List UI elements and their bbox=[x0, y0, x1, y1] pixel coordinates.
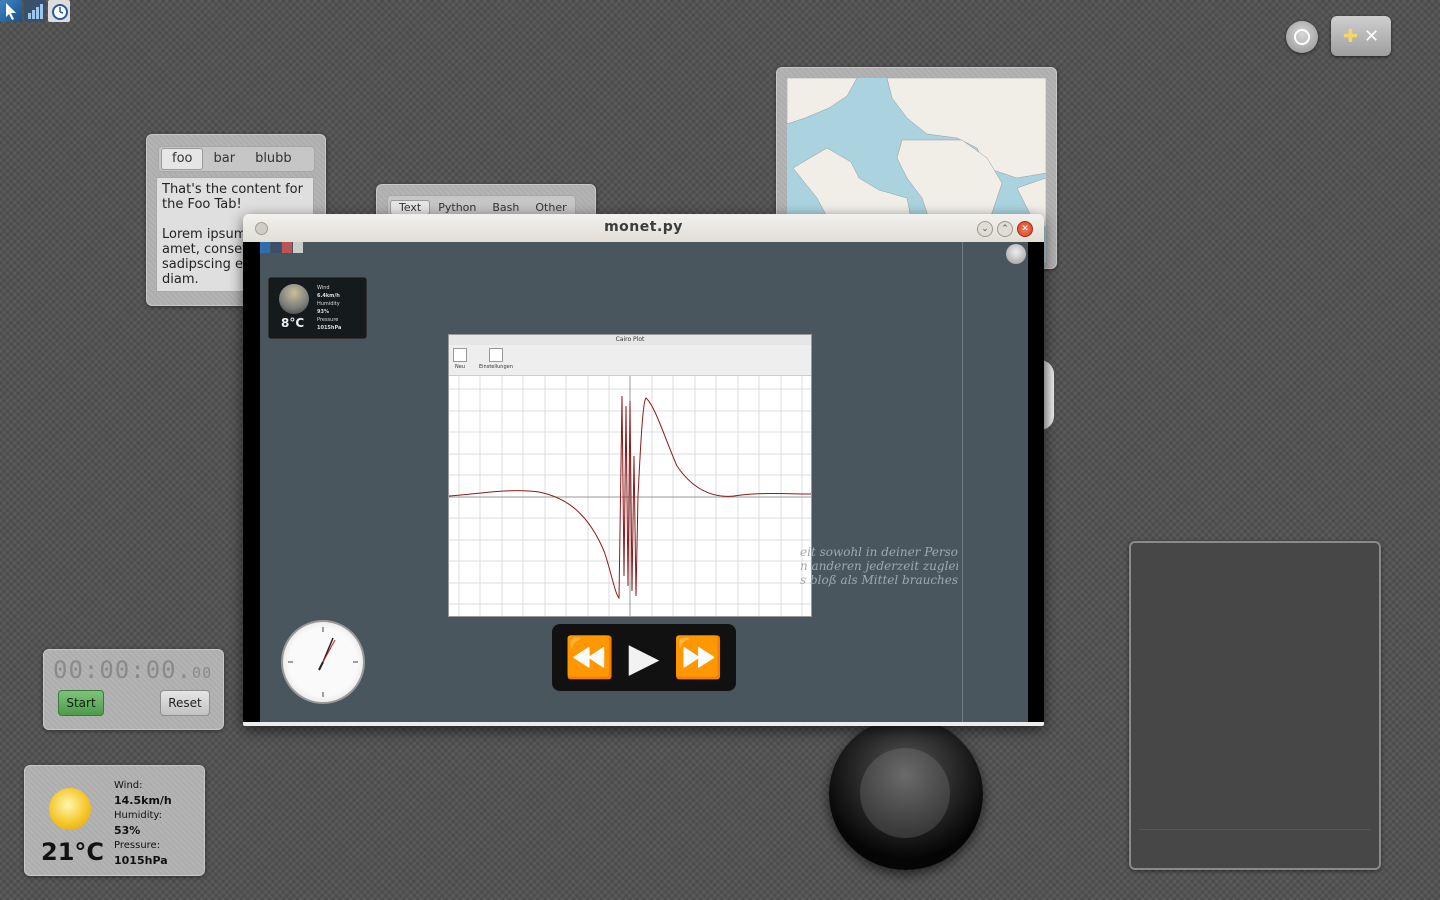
dark-panel-widget bbox=[1129, 541, 1381, 870]
pressure-label: Pressure: bbox=[114, 840, 161, 851]
pressure-value: 1015hPa bbox=[114, 854, 168, 867]
calendar-icon[interactable] bbox=[282, 242, 292, 253]
cursor-icon[interactable] bbox=[0, 0, 22, 22]
divider-line bbox=[962, 242, 963, 722]
black-orb-button[interactable] bbox=[829, 718, 983, 870]
quote-line: n anderen jederzeit zugleich bbox=[800, 559, 958, 573]
mini-tray bbox=[260, 242, 303, 253]
tab-content-line: That's the content for the Foo Tab! bbox=[162, 182, 303, 212]
system-tray bbox=[0, 0, 72, 22]
plot-settings-label: Einstellungen bbox=[479, 364, 513, 370]
plot-area[interactable] bbox=[448, 376, 812, 616]
cairo-plot-window: Cairo Plot Neu Einstellungen bbox=[448, 334, 812, 617]
humidity-label: Humidity: bbox=[114, 810, 162, 821]
plus-icon: ✚ bbox=[1342, 25, 1358, 47]
fast-forward-button[interactable]: ⏩ bbox=[673, 634, 723, 681]
tab-blubb[interactable]: blubb bbox=[245, 149, 302, 169]
temperature: 21°C bbox=[41, 838, 105, 866]
new-document-icon bbox=[453, 348, 467, 362]
clock-icon[interactable] bbox=[48, 0, 70, 22]
signal-bars-icon[interactable] bbox=[271, 242, 281, 253]
tab-python[interactable]: Python bbox=[430, 201, 484, 214]
maximize-button[interactable]: ⌃ bbox=[997, 221, 1013, 237]
mini-ring-button[interactable] bbox=[1006, 244, 1026, 264]
plot-settings-button[interactable]: Einstellungen bbox=[479, 348, 513, 370]
ring-icon bbox=[1294, 29, 1310, 45]
wind-label: Wind: bbox=[114, 780, 143, 791]
monet-window: monet.py ⌄ ⌃ ✕ 8°C Wind 6.4km/h Humidity bbox=[243, 214, 1044, 726]
stopwatch-display: 00:00:00.00 bbox=[53, 656, 212, 684]
window-titlebar[interactable]: monet.py ⌄ ⌃ ✕ bbox=[243, 214, 1044, 243]
cursor-icon[interactable] bbox=[260, 242, 270, 253]
settings-icon bbox=[488, 348, 503, 362]
quote-line: eit sowohl in deiner Person, bbox=[800, 545, 958, 559]
mini-pressure-label: Pressure bbox=[317, 317, 339, 323]
plot-toolbar: Neu Einstellungen bbox=[449, 345, 811, 376]
sun-icon bbox=[49, 788, 91, 830]
orb-center bbox=[860, 748, 950, 838]
plot-new-button[interactable]: Neu bbox=[453, 348, 467, 370]
wrench-icon: ✕ bbox=[1364, 25, 1380, 47]
rewind-button[interactable]: ⏪ bbox=[565, 634, 615, 681]
mini-wind-value: 6.4km/h bbox=[317, 293, 340, 299]
quote-line: s bloß als Mittel brauchest. bbox=[800, 573, 958, 587]
mini-wind-label: Wind bbox=[317, 285, 330, 291]
cloud-rain-icon bbox=[279, 284, 309, 314]
weather-widget: 21°C Wind: 14.5km/h Humidity: 53% Pressu… bbox=[24, 765, 205, 876]
stopwatch-widget: 00:00:00.00 Start Reset bbox=[43, 649, 224, 730]
mini-humidity-value: 93% bbox=[317, 309, 329, 315]
window-title: monet.py bbox=[604, 219, 683, 235]
quote-text: eit sowohl in deiner Person, n anderen j… bbox=[800, 545, 958, 587]
tab-bar: foo bar blubb bbox=[158, 146, 315, 172]
wind-value: 14.5km/h bbox=[114, 794, 172, 807]
mini-pressure-value: 1015hPa bbox=[317, 325, 342, 331]
tab-bar-item[interactable]: bar bbox=[203, 149, 245, 169]
tab-other[interactable]: Other bbox=[527, 201, 574, 214]
ring-button[interactable] bbox=[1286, 21, 1318, 53]
analog-clock bbox=[281, 620, 365, 704]
plot-new-label: Neu bbox=[455, 364, 465, 370]
mini-weather-widget: 8°C Wind 6.4km/h Humidity 93% Pressure 1… bbox=[268, 277, 367, 339]
start-button[interactable]: Start bbox=[58, 690, 104, 716]
humidity-value: 53% bbox=[114, 824, 141, 837]
weather-details: Wind: 14.5km/h Humidity: 53% Pressure: 1… bbox=[114, 778, 172, 868]
signal-bars-icon[interactable] bbox=[24, 0, 46, 22]
stopwatch-time: 00:00:00. bbox=[53, 656, 193, 684]
play-button[interactable]: ▶ bbox=[629, 635, 660, 681]
mini-temperature: 8°C bbox=[281, 316, 305, 330]
tab-bash[interactable]: Bash bbox=[484, 201, 527, 214]
add-widget-button[interactable]: ✚ ✕ bbox=[1331, 16, 1391, 56]
tab-text[interactable]: Text bbox=[390, 199, 431, 215]
clock-icon[interactable] bbox=[293, 242, 303, 253]
stopwatch-fraction: 00 bbox=[192, 664, 213, 682]
embedded-desktop: 8°C Wind 6.4km/h Humidity 93% Pressure 1… bbox=[260, 242, 1028, 722]
media-controls: ⏪ ▶ ⏩ bbox=[552, 624, 736, 691]
embedded-screen: 8°C Wind 6.4km/h Humidity 93% Pressure 1… bbox=[243, 242, 1044, 722]
tab-foo[interactable]: foo bbox=[161, 148, 204, 170]
reset-button[interactable]: Reset bbox=[160, 690, 210, 716]
panel-footer bbox=[1139, 829, 1371, 858]
close-button[interactable]: ✕ bbox=[1017, 221, 1033, 237]
mini-weather-details: Wind 6.4km/h Humidity 93% Pressure 1015h… bbox=[317, 284, 341, 332]
minimize-button[interactable]: ⌄ bbox=[977, 221, 993, 237]
mini-humidity-label: Humidity bbox=[317, 301, 340, 307]
